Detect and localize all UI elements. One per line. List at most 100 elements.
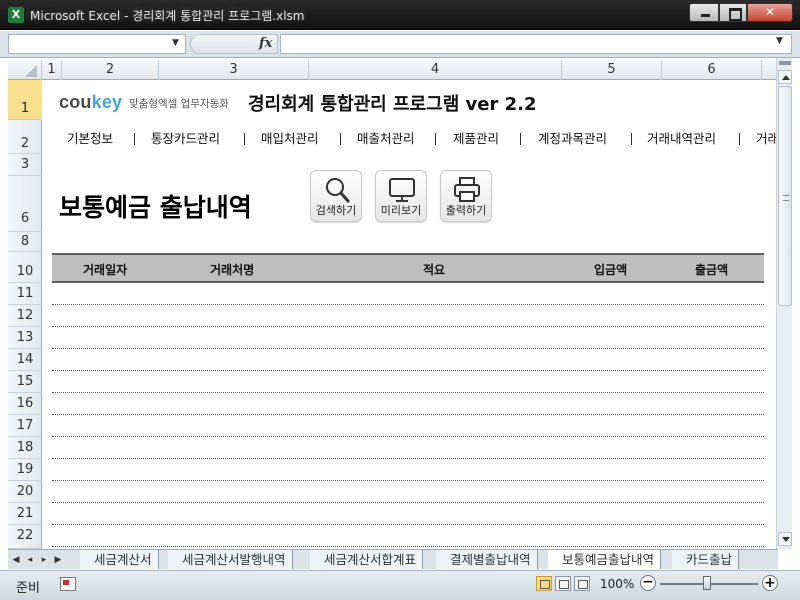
table-row[interactable] xyxy=(52,503,764,525)
preview-button[interactable]: 미리보기 xyxy=(375,170,427,222)
macro-record-icon[interactable] xyxy=(60,577,76,591)
print-button[interactable]: 출력하기 xyxy=(440,170,492,222)
page-title: 보통예금 출납내역 xyxy=(59,193,252,222)
split-handle[interactable] xyxy=(779,61,791,65)
normal-view-button[interactable] xyxy=(536,576,552,591)
column-label-vendor: 거래처명 xyxy=(210,263,255,277)
zoom-in-button[interactable]: + xyxy=(762,575,778,591)
row-header[interactable]: 14 xyxy=(8,349,42,371)
sheet-tab-active[interactable]: 보통예금출납내역 xyxy=(548,550,662,569)
row-header[interactable]: 19 xyxy=(8,459,42,481)
table-row[interactable] xyxy=(52,393,764,415)
column-label-date: 거래일자 xyxy=(83,263,128,277)
table-row[interactable] xyxy=(52,371,764,393)
next-sheet-icon[interactable]: ▸ xyxy=(38,553,50,567)
name-box[interactable] xyxy=(8,34,186,54)
column-label-deposit: 입금액 xyxy=(594,263,628,277)
brand-logo-key: key xyxy=(91,92,123,112)
print-button-label: 출력하기 xyxy=(445,204,487,217)
row-header[interactable]: 11 xyxy=(8,283,42,305)
scroll-thumb[interactable] xyxy=(778,86,792,306)
select-all-corner[interactable] xyxy=(8,60,42,80)
vertical-scrollbar[interactable] xyxy=(776,58,792,549)
row-header-bar: 1 2 3 6 8 10 11 12 13 14 15 16 17 18 19 … xyxy=(8,80,42,549)
minimize-button[interactable] xyxy=(689,3,719,22)
table-row[interactable] xyxy=(52,437,764,459)
column-header[interactable]: 4 xyxy=(309,60,562,80)
row-header[interactable]: 6 xyxy=(8,176,42,232)
status-bar: 준비 100% − + xyxy=(0,570,800,600)
column-header[interactable]: 1 xyxy=(42,60,62,80)
column-label-withdrawal: 출금액 xyxy=(695,263,729,277)
menu-item-products[interactable]: 제품관리 xyxy=(453,128,499,147)
scroll-down-icon[interactable] xyxy=(778,532,792,546)
last-sheet-icon[interactable]: ▶ xyxy=(52,553,64,567)
scroll-up-icon[interactable] xyxy=(778,70,792,84)
menu-separator xyxy=(520,133,521,145)
table-row[interactable] xyxy=(52,349,764,371)
zoom-slider-handle[interactable] xyxy=(703,576,711,590)
table-row[interactable] xyxy=(52,283,764,305)
row-header[interactable]: 8 xyxy=(8,232,42,252)
sheet-tab[interactable]: 세금계산서 xyxy=(80,550,159,569)
search-icon xyxy=(326,178,350,203)
menu-item-sales[interactable]: 매출처관리 xyxy=(357,128,415,147)
menu-item-transactions[interactable]: 거래내역관리 xyxy=(647,128,716,147)
row-header[interactable]: 13 xyxy=(8,327,42,349)
close-button[interactable] xyxy=(747,3,793,22)
page-break-view-button[interactable] xyxy=(574,576,590,591)
preview-button-label: 미리보기 xyxy=(380,204,422,217)
sheet-tab[interactable]: 세금계산서합계표 xyxy=(310,550,424,569)
menu-item-more[interactable]: 거래 xyxy=(756,128,776,147)
menu-item-accounts[interactable]: 계정과목관리 xyxy=(538,128,607,147)
row-header[interactable]: 12 xyxy=(8,305,42,327)
row-header[interactable]: 10 xyxy=(8,252,42,283)
grip-icon xyxy=(783,195,789,201)
menu-item-account-card[interactable]: 통장카드관리 xyxy=(151,128,220,147)
menu-separator xyxy=(739,133,740,145)
table-row[interactable] xyxy=(52,305,764,327)
excel-app-icon[interactable]: X xyxy=(8,7,24,23)
app-title: 경리회계 통합관리 프로그램 ver 2.2 xyxy=(248,94,537,115)
menu-item-purchase[interactable]: 매입처관리 xyxy=(261,128,319,147)
table-row[interactable] xyxy=(52,525,764,547)
insert-function-icon[interactable]: fx xyxy=(259,36,272,51)
formula-input[interactable] xyxy=(280,34,792,54)
sheet-tab[interactable]: 결제별출납내역 xyxy=(436,550,538,569)
row-header[interactable]: 17 xyxy=(8,415,42,437)
column-header[interactable]: 2 xyxy=(62,60,159,80)
sheet-tab[interactable]: 세금계산서발행내역 xyxy=(168,550,293,569)
zoom-level[interactable]: 100% xyxy=(600,577,634,591)
table-row[interactable] xyxy=(52,459,764,481)
column-header[interactable]: 3 xyxy=(159,60,309,80)
row-header[interactable]: 15 xyxy=(8,371,42,393)
row-header[interactable]: 18 xyxy=(8,437,42,459)
table-row[interactable] xyxy=(52,415,764,437)
menu-separator xyxy=(631,133,632,145)
sheet-tab[interactable]: 카드출납 xyxy=(672,550,740,569)
column-header[interactable]: 5 xyxy=(562,60,662,80)
row-header[interactable]: 3 xyxy=(8,154,42,176)
row-header[interactable]: 16 xyxy=(8,393,42,415)
maximize-button[interactable] xyxy=(719,3,747,22)
row-header[interactable]: 2 xyxy=(8,120,42,154)
table-row[interactable] xyxy=(52,481,764,503)
column-header[interactable]: 6 xyxy=(662,60,762,80)
column-label-memo: 적요 xyxy=(423,263,446,277)
row-header[interactable]: 1 xyxy=(8,80,42,120)
table-row[interactable] xyxy=(52,327,764,349)
expand-formula-bar-icon[interactable]: ▼ xyxy=(776,36,783,46)
zoom-out-button[interactable]: − xyxy=(640,575,656,591)
menu-item-basic-info[interactable]: 기본정보 xyxy=(67,128,113,147)
prev-sheet-icon[interactable]: ◂ xyxy=(24,553,36,567)
row-header[interactable]: 22 xyxy=(8,525,42,549)
title-bar: X Microsoft Excel - 경리회계 통합관리 프로그램.xlsm xyxy=(0,0,800,30)
chevron-down-icon[interactable]: ▼ xyxy=(172,34,179,52)
first-sheet-icon[interactable]: ◀ xyxy=(10,553,22,567)
worksheet[interactable]: coukey 맞춤형엑셀 업무자동화 경리회계 통합관리 프로그램 ver 2.… xyxy=(43,80,776,549)
row-header[interactable]: 21 xyxy=(8,503,42,525)
search-button[interactable]: 검색하기 xyxy=(310,170,362,222)
brand-logo: coukey xyxy=(59,92,122,113)
page-layout-view-button[interactable] xyxy=(555,576,571,591)
row-header[interactable]: 20 xyxy=(8,481,42,503)
